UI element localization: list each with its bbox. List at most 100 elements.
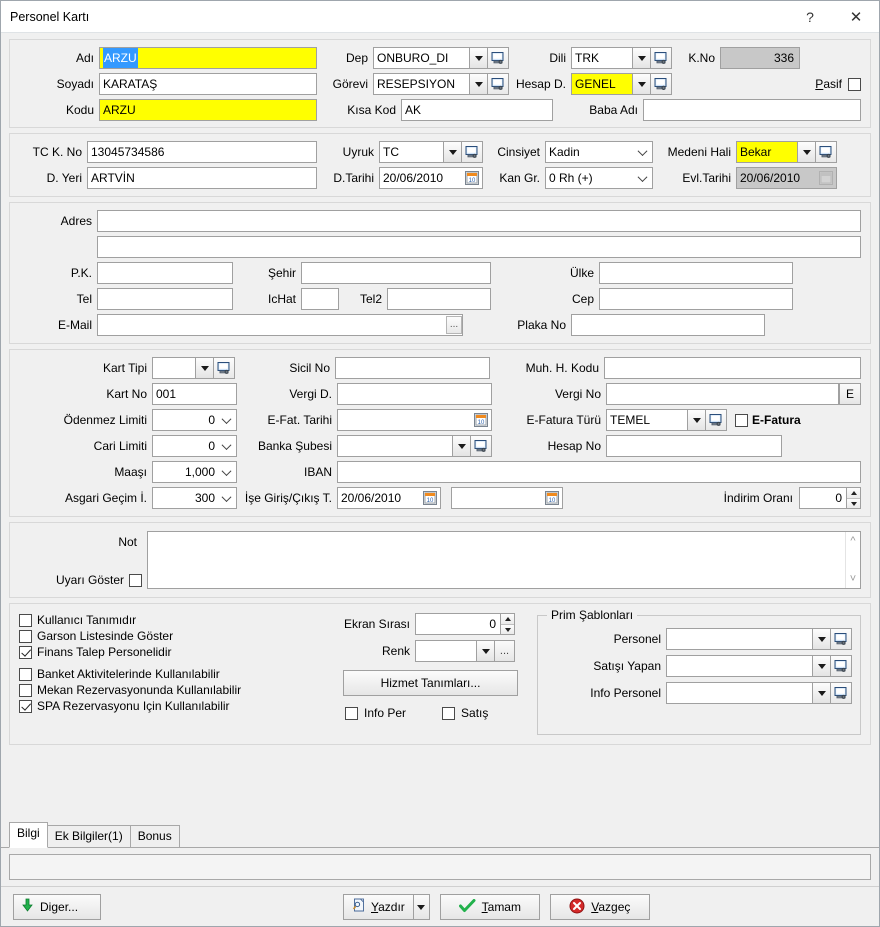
spin-down-icon[interactable]	[501, 624, 514, 634]
hesap-no-input[interactable]	[606, 435, 782, 457]
checkbox[interactable]	[19, 629, 32, 643]
efatura-turu-lookup-icon[interactable]	[706, 409, 727, 431]
uyari-goster-checkbox[interactable]	[129, 573, 142, 587]
calendar-icon[interactable]: 10	[473, 412, 489, 428]
cinsiyet-select[interactable]: Kadin	[545, 141, 653, 163]
kart-no-input[interactable]: 001	[152, 383, 237, 405]
banka-subesi-lookup-icon[interactable]	[471, 435, 492, 457]
checkbox[interactable]	[19, 613, 32, 627]
cep-input[interactable]	[599, 288, 793, 310]
vergi-d-input[interactable]	[337, 383, 492, 405]
kart-tipi-lookup-icon[interactable]	[214, 357, 235, 379]
chevron-down-icon[interactable]	[452, 436, 470, 456]
option-garson-listesinde-goster[interactable]: Garson Listesinde Göster	[19, 629, 307, 643]
tab-bilgi[interactable]: Bilgi	[9, 822, 48, 848]
scroll-down-icon[interactable]: ˅	[850, 573, 856, 585]
spin-down-icon[interactable]	[847, 498, 860, 508]
close-icon[interactable]: ✕	[833, 1, 879, 33]
checkbox[interactable]	[19, 699, 32, 713]
renk-browse-button[interactable]: ...	[495, 640, 515, 662]
banka-subesi-combo[interactable]	[337, 435, 471, 457]
satis-checkbox[interactable]	[442, 706, 456, 720]
tel2-input[interactable]	[387, 288, 491, 310]
prim-satisi-yapan-combo[interactable]	[666, 655, 831, 677]
chevron-down-icon[interactable]	[443, 142, 461, 162]
dep-combo[interactable]: ONBURO_DI	[373, 47, 488, 69]
option-banket-aktivitelerinde[interactable]: Banket Aktivitelerinde Kullanılabilir	[19, 667, 307, 681]
tamam-button[interactable]: Tamam	[439, 894, 540, 920]
option-finans-talep-personelidir[interactable]: Finans Talep Personelidir	[19, 645, 307, 659]
uyruk-lookup-icon[interactable]	[462, 141, 483, 163]
ise-cikis-datefield[interactable]: 10	[451, 487, 563, 509]
pasif-checkbox[interactable]	[848, 77, 861, 91]
soyadi-input[interactable]: KARATAŞ	[99, 73, 317, 95]
kodu-input[interactable]: ARZU	[99, 99, 317, 121]
ekran-sirasi-spin-buttons[interactable]	[500, 614, 514, 634]
efatura-checkbox[interactable]	[735, 413, 748, 427]
efat-tarihi-datefield[interactable]: 10	[337, 409, 492, 431]
iban-input[interactable]	[337, 461, 861, 483]
pk-input[interactable]	[97, 262, 233, 284]
renk-combo[interactable]	[415, 640, 495, 662]
hesap-d-lookup-icon[interactable]	[651, 73, 672, 95]
tab-ek-bilgiler[interactable]: Ek Bilgiler(1)	[46, 825, 131, 847]
prim-personel-combo[interactable]	[666, 628, 831, 650]
medeni-lookup-icon[interactable]	[816, 141, 837, 163]
hizmet-tanimlari-button[interactable]: Hizmet Tanımları...	[343, 670, 518, 696]
info-per-checkbox[interactable]	[345, 706, 358, 720]
prim-info-personel-combo[interactable]	[666, 682, 831, 704]
chevron-down-icon[interactable]	[812, 629, 830, 649]
adres-line2-input[interactable]	[97, 236, 861, 258]
sicil-input[interactable]	[335, 357, 490, 379]
email-browse-button[interactable]: ...	[446, 316, 462, 334]
dili-lookup-icon[interactable]	[651, 47, 672, 69]
odenmez-select[interactable]: 0	[152, 409, 237, 431]
option-mekan-rezervasyonunda[interactable]: Mekan Rezervasyonunda Kullanılabilir	[19, 683, 307, 697]
baba-adi-input[interactable]	[643, 99, 861, 121]
kart-tipi-combo[interactable]	[152, 357, 214, 379]
asgari-select[interactable]: 300	[152, 487, 237, 509]
uyruk-combo[interactable]: TC	[379, 141, 462, 163]
prim-personel-lookup-icon[interactable]	[831, 628, 852, 650]
prim-satisi-yapan-lookup-icon[interactable]	[831, 655, 852, 677]
muh-h-kodu-input[interactable]	[604, 357, 861, 379]
gorevi-lookup-icon[interactable]	[488, 73, 509, 95]
cari-select[interactable]: 0	[152, 435, 237, 457]
kangr-select[interactable]: 0 Rh (+)	[545, 167, 653, 189]
chevron-down-icon[interactable]	[469, 48, 487, 68]
scroll-up-icon[interactable]: ^	[850, 535, 855, 547]
vazgec-button[interactable]: Vazgeç	[549, 894, 650, 920]
indirim-spin-buttons[interactable]	[846, 488, 860, 508]
medeni-combo[interactable]: Bekar	[736, 141, 816, 163]
vergi-no-input[interactable]	[606, 383, 839, 405]
tc-input[interactable]: 13045734586	[87, 141, 317, 163]
yazdir-button[interactable]: Yazdır	[343, 894, 413, 920]
chevron-down-icon[interactable]	[632, 74, 650, 94]
chevron-down-icon[interactable]	[687, 410, 705, 430]
diger-button[interactable]: Diger...	[13, 893, 101, 920]
dtarihi-datefield[interactable]: 20/06/2010 10	[379, 167, 483, 189]
checkbox[interactable]	[19, 667, 32, 681]
adres-line1-input[interactable]	[97, 210, 861, 232]
maasi-select[interactable]: 1,000	[152, 461, 237, 483]
email-input[interactable]: ...	[97, 314, 463, 336]
calendar-icon[interactable]: 10	[544, 490, 560, 506]
dep-lookup-icon[interactable]	[488, 47, 509, 69]
kisa-kod-input[interactable]: AK	[401, 99, 553, 121]
calendar-icon[interactable]: 10	[464, 170, 480, 186]
option-kullanici-tanimidir[interactable]: Kullanıcı Tanımıdır	[19, 613, 307, 627]
hesap-d-combo[interactable]: GENEL	[571, 73, 651, 95]
adi-input[interactable]: ARZU	[99, 47, 317, 69]
dyeri-input[interactable]: ARTVİN	[87, 167, 317, 189]
not-scrollbar[interactable]: ^ ˅	[845, 532, 860, 588]
chevron-down-icon[interactable]	[797, 142, 815, 162]
ekran-sirasi-spinner[interactable]: 0	[415, 613, 515, 635]
not-textarea[interactable]: ^ ˅	[147, 531, 861, 589]
spin-up-icon[interactable]	[501, 614, 514, 624]
spin-up-icon[interactable]	[847, 488, 860, 498]
chevron-down-icon[interactable]	[812, 656, 830, 676]
ulke-input[interactable]	[599, 262, 793, 284]
indirim-spinner[interactable]: 0	[799, 487, 861, 509]
gorevi-combo[interactable]: RESEPSIYON	[373, 73, 488, 95]
help-icon[interactable]: ?	[787, 1, 833, 33]
